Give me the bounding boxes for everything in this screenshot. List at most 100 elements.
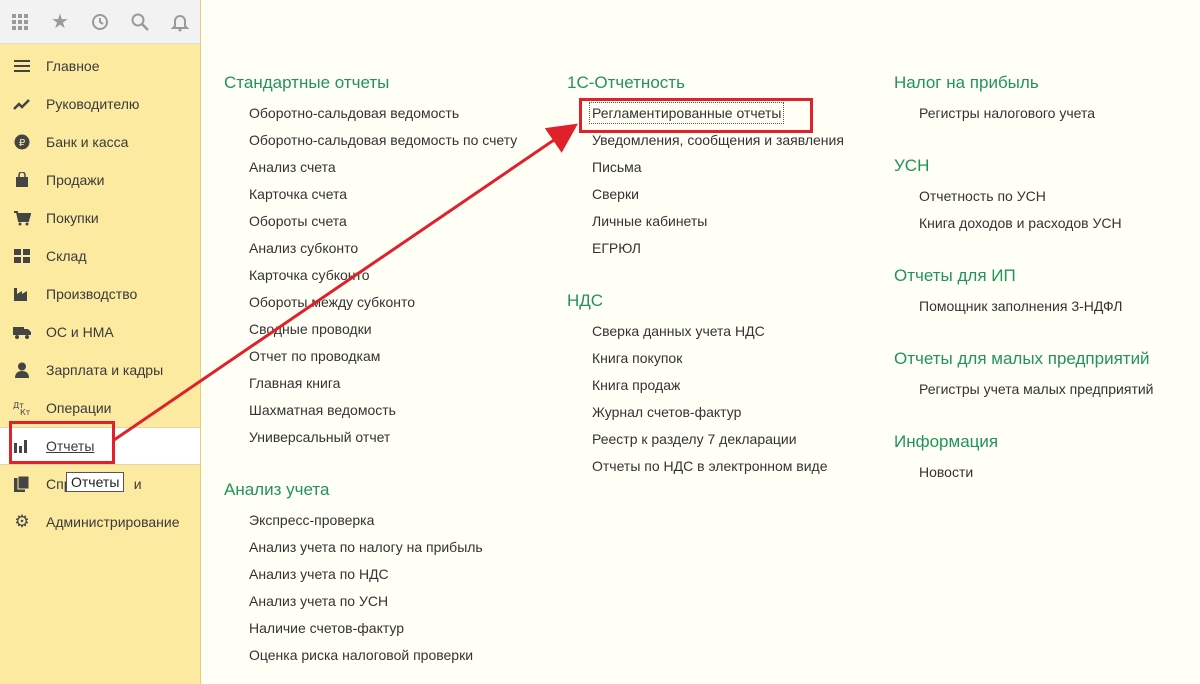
report-link[interactable]: Обороты между субконто xyxy=(224,293,554,320)
search-icon[interactable] xyxy=(120,0,160,44)
report-link[interactable]: Письма xyxy=(567,158,877,185)
report-link[interactable]: Уведомления, сообщения и заявления xyxy=(567,131,877,158)
sidebar-item-label: Главное xyxy=(46,58,100,74)
report-link[interactable]: Универсальный отчет xyxy=(224,428,554,455)
truck-icon xyxy=(12,322,32,342)
report-link[interactable]: Шахматная ведомость xyxy=(224,401,554,428)
report-link[interactable]: Наличие счетов-фактур xyxy=(224,619,554,646)
section-list: Оборотно-сальдовая ведомость Оборотно-сал… xyxy=(224,104,554,455)
report-link[interactable]: Анализ счета xyxy=(224,158,554,185)
apps-grid-icon[interactable] xyxy=(0,0,40,44)
trend-up-icon xyxy=(12,94,32,114)
report-link[interactable]: Отчет по проводкам xyxy=(224,347,554,374)
sidebar-item-sales[interactable]: Продажи xyxy=(0,161,200,199)
section-title: Налог на прибыль xyxy=(894,73,1039,92)
cart-icon xyxy=(12,208,32,228)
svg-text:₽: ₽ xyxy=(19,138,26,149)
sidebar-item-label: Банк и касса xyxy=(46,134,129,150)
reports-column-1: Стандартные отчеты Оборотно-сальдовая вед… xyxy=(224,72,554,684)
report-link[interactable]: Реестр к разделу 7 декларации xyxy=(567,430,877,457)
annotation-box-reports xyxy=(9,421,115,464)
report-link[interactable]: Оценка риска налоговой проверки xyxy=(224,646,554,673)
report-link[interactable]: Оборотно-сальдовая ведомость xyxy=(224,104,554,131)
sidebar-item-label: Склад xyxy=(46,248,87,264)
sidebar-toolbar: ★ xyxy=(0,0,200,44)
person-icon xyxy=(12,360,32,380)
report-link[interactable]: Отчеты по НДС в электронном виде xyxy=(567,457,877,484)
reports-column-2: 1С-Отчетность Регламентированные отчеты Ув… xyxy=(567,72,877,508)
books-icon xyxy=(12,474,32,494)
report-link[interactable]: Помощник заполнения 3-НДФЛ xyxy=(894,297,1194,324)
sidebar-item-label: Продажи xyxy=(46,172,105,188)
report-link[interactable]: Личные кабинеты xyxy=(567,212,877,239)
svg-text:Кт: Кт xyxy=(20,408,31,416)
section-title: Информация xyxy=(894,432,999,451)
sidebar-item-label: Зарплата и кадры xyxy=(46,362,164,378)
report-link[interactable]: Сверки xyxy=(567,185,877,212)
section-title: УСН xyxy=(894,156,930,175)
sidebar-nav: Главное Руководителю ₽ Банк и касса Прод… xyxy=(0,47,200,541)
section-list: Регистры учета малых предприятий xyxy=(894,380,1194,407)
warehouse-icon xyxy=(12,246,32,266)
sidebar-item-purchases[interactable]: Покупки xyxy=(0,199,200,237)
sidebar-item-production[interactable]: Производство xyxy=(0,275,200,313)
report-link[interactable]: Экспресс-проверка xyxy=(224,511,554,538)
dt-kt-icon: Дт Кт xyxy=(12,398,32,418)
section-title: НДС xyxy=(567,291,604,310)
gear-icon: ⚙ xyxy=(14,512,30,531)
report-link[interactable]: ЕГРЮЛ xyxy=(567,239,877,266)
section-list: Отчетность по УСН Книга доходов и расходо… xyxy=(894,187,1194,241)
section-title: 1С-Отчетность xyxy=(567,73,685,92)
report-link[interactable]: Журнал счетов-фактур xyxy=(567,403,877,430)
section-list: Регистры налогового учета xyxy=(894,104,1194,131)
report-link[interactable]: Карточка субконто xyxy=(224,266,554,293)
section-list: Экспресс-проверка Анализ учета по налогу … xyxy=(224,511,554,673)
report-link[interactable]: Анализ учета по налогу на прибыль xyxy=(224,538,554,565)
report-link[interactable]: Главная книга xyxy=(224,374,554,401)
sidebar-item-admin[interactable]: ⚙ Администрирование xyxy=(0,503,200,541)
tooltip: Отчеты xyxy=(66,472,125,492)
report-link[interactable]: Сводные проводки xyxy=(224,320,554,347)
section-list: Сверка данных учета НДС Книга покупок Книг… xyxy=(567,322,877,484)
section-title: Анализ учета xyxy=(224,480,330,499)
report-link[interactable]: Книга покупок xyxy=(567,349,877,376)
section-title: Отчеты для ИП xyxy=(894,266,1016,285)
star-icon[interactable]: ★ xyxy=(40,0,80,44)
sidebar-item-label: Операции xyxy=(46,400,112,416)
report-link[interactable]: Регистры налогового учета xyxy=(894,104,1194,131)
sidebar-item-bank[interactable]: ₽ Банк и касса xyxy=(0,123,200,161)
annotation-box-regulated-reports xyxy=(579,98,813,133)
sidebar-item-warehouse[interactable]: Склад xyxy=(0,237,200,275)
sidebar-item-main[interactable]: Главное xyxy=(0,47,200,85)
section-list: Помощник заполнения 3-НДФЛ xyxy=(894,297,1194,324)
sidebar-item-label: Администрирование xyxy=(46,514,180,530)
report-link[interactable]: Отчетность по УСН xyxy=(894,187,1194,214)
sidebar-item-label: Производство xyxy=(46,286,138,302)
report-link[interactable]: Анализ субконто xyxy=(224,239,554,266)
sidebar-item-label: ОС и НМА xyxy=(46,324,114,340)
sidebar-item-salary[interactable]: Зарплата и кадры xyxy=(0,351,200,389)
report-link[interactable]: Карточка счета xyxy=(224,185,554,212)
sidebar-item-assets[interactable]: ОС и НМА xyxy=(0,313,200,351)
report-link[interactable]: Регистры учета малых предприятий xyxy=(894,380,1194,407)
bell-icon[interactable] xyxy=(160,0,200,44)
sidebar-item-label: Руководителю xyxy=(46,96,140,112)
report-link[interactable]: Книга продаж xyxy=(567,376,877,403)
factory-icon xyxy=(12,284,32,304)
sidebar-item-manager[interactable]: Руководителю xyxy=(0,85,200,123)
shopping-bag-icon xyxy=(12,170,32,190)
menu-lines-icon xyxy=(12,56,32,76)
report-link[interactable]: Анализ учета по НДС xyxy=(224,565,554,592)
report-link[interactable]: Анализ учета по УСН xyxy=(224,592,554,619)
reports-column-3: Налог на прибыль Регистры налогового учет… xyxy=(894,72,1194,514)
sidebar: ★ Главное Руководителю ₽ Банк и касса Пр… xyxy=(0,0,201,684)
history-icon[interactable] xyxy=(80,0,120,44)
section-list: Новости xyxy=(894,463,1194,490)
report-link[interactable]: Книга доходов и расходов УСН xyxy=(894,214,1194,241)
section-title: Отчеты для малых предприятий xyxy=(894,349,1150,368)
report-link[interactable]: Новости xyxy=(894,463,1194,490)
report-link[interactable]: Оборотно-сальдовая ведомость по счету xyxy=(224,131,554,158)
report-link[interactable]: Сверка данных учета НДС xyxy=(567,322,877,349)
report-link[interactable]: Обороты счета xyxy=(224,212,554,239)
section-title: Стандартные отчеты xyxy=(224,73,390,92)
